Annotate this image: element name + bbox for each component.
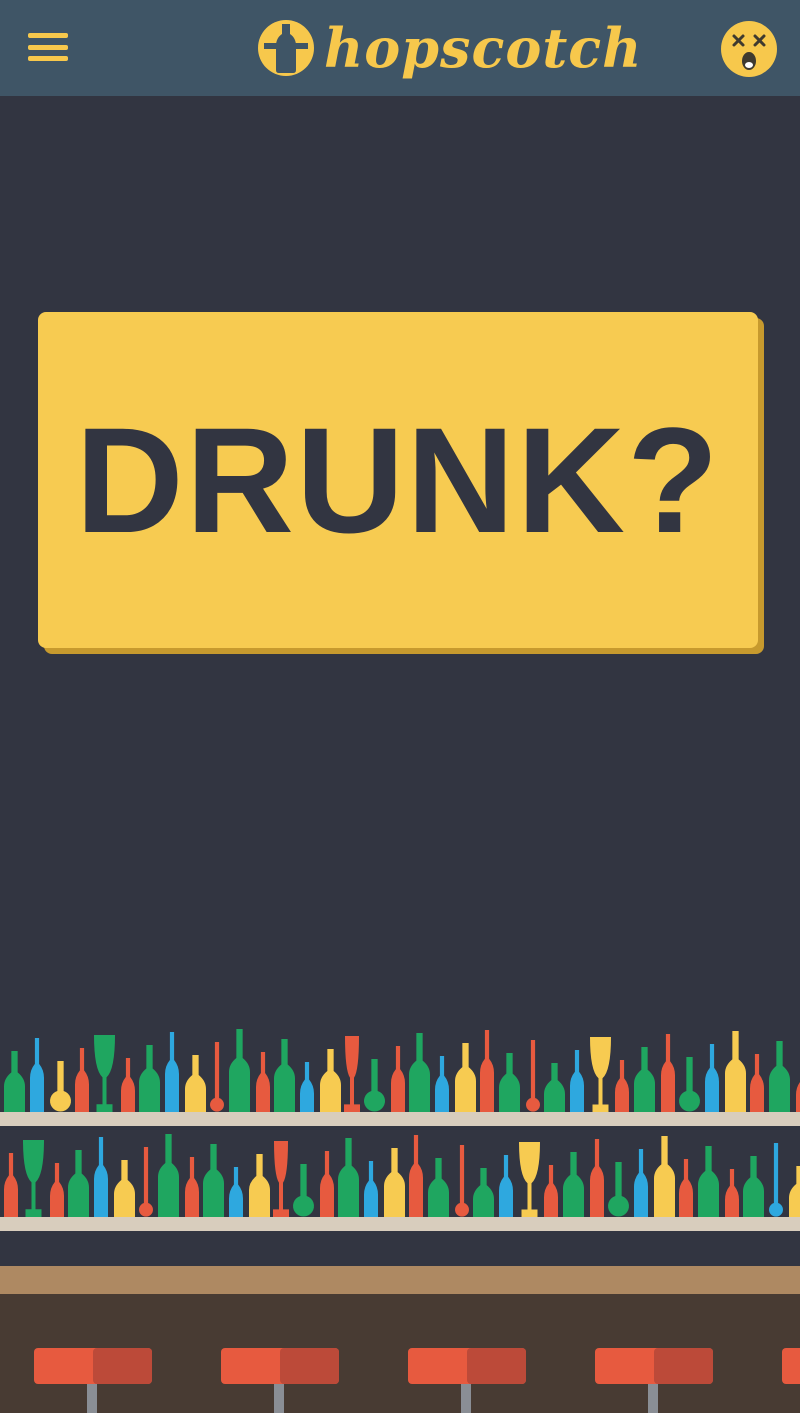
bottle [4,1153,18,1217]
dizzy-face-icon[interactable] [720,20,778,78]
bottle [563,1152,584,1217]
bottle [789,1166,800,1217]
bottle [139,1045,161,1112]
bottle [121,1058,135,1112]
bottle [94,1137,108,1217]
bottle [455,1043,476,1112]
upper-shelf-bottles [4,1029,800,1112]
upper-shelf [0,1112,800,1126]
drunk-button-label: DRUNK? [75,395,721,564]
bottle [229,1029,251,1112]
drunk-button[interactable]: DRUNK? [38,312,758,648]
bottle [499,1053,520,1112]
bottle [249,1154,270,1217]
bottle [526,1040,541,1112]
stool-seat [782,1348,800,1384]
bottle [229,1167,243,1217]
bottle [293,1164,314,1217]
stool-seat-shade [654,1348,713,1384]
bottle [544,1165,559,1217]
bottle [725,1169,740,1217]
bottle [480,1030,494,1112]
bottle [796,1081,800,1112]
bottle [114,1160,135,1217]
bottle [634,1149,649,1217]
bottle [23,1140,44,1217]
bar-counter-top [0,1266,800,1294]
lower-shelf-bottles [4,1134,800,1217]
stool-seat-shade [93,1348,152,1384]
menu-line [28,56,68,61]
bottle [94,1035,115,1112]
menu-line [28,44,68,50]
bottle [274,1039,295,1112]
bottle [185,1157,199,1217]
bottle [203,1144,225,1217]
stool-leg [648,1382,658,1413]
bar-illustration [0,1029,800,1413]
bottle [435,1056,449,1112]
bottle [364,1161,378,1217]
stool-seat-shade [280,1348,339,1384]
bottle [338,1138,359,1217]
bottle [544,1063,565,1112]
bottle [615,1060,630,1112]
bottle [409,1135,423,1217]
bottle [320,1151,334,1217]
bottle [256,1052,270,1112]
bottle [364,1059,386,1112]
bottle [409,1033,430,1112]
bottle [158,1134,180,1217]
bottle [139,1147,153,1217]
bottle-logo-icon [258,20,314,76]
bottle [273,1141,289,1217]
bottle [679,1057,700,1112]
bottle [634,1047,655,1112]
bottle [607,1162,629,1217]
bottle [455,1145,469,1217]
hamburger-menu-icon[interactable] [28,30,68,64]
bottle [165,1032,179,1112]
bottle [185,1055,207,1112]
bottle [679,1159,694,1217]
bottle [590,1139,605,1217]
bottle [384,1148,405,1217]
bottle [75,1048,89,1112]
stool-seat-shade [467,1348,526,1384]
bottle [705,1044,720,1112]
bottle [210,1042,224,1112]
bottle [428,1158,449,1217]
bottle [50,1061,71,1112]
bottle [570,1050,585,1112]
stool-leg [87,1382,97,1413]
bottle [499,1155,513,1217]
bottle [654,1136,675,1217]
top-app-bar: hopscotch [0,0,800,96]
bottle [4,1051,26,1112]
menu-line [28,33,68,38]
bottle [725,1031,746,1112]
bottle [300,1062,314,1112]
bottle [68,1150,89,1217]
lower-shelf [0,1217,800,1231]
bottle [519,1142,540,1217]
bottle [50,1163,64,1217]
bottle [344,1036,360,1112]
bottle [30,1038,45,1112]
bottle [743,1156,764,1217]
bottle [590,1037,611,1112]
bottle [698,1146,719,1217]
bottle [391,1046,405,1112]
bottle [769,1041,790,1112]
bottle [661,1034,676,1112]
bottle [473,1168,494,1217]
brand-name: hopscotch [324,16,643,80]
stool-leg [461,1382,471,1413]
bottle [320,1049,341,1112]
bottle [750,1054,765,1112]
stool-leg [274,1382,284,1413]
brand-logo[interactable]: hopscotch [256,8,642,88]
bottle [769,1143,784,1217]
